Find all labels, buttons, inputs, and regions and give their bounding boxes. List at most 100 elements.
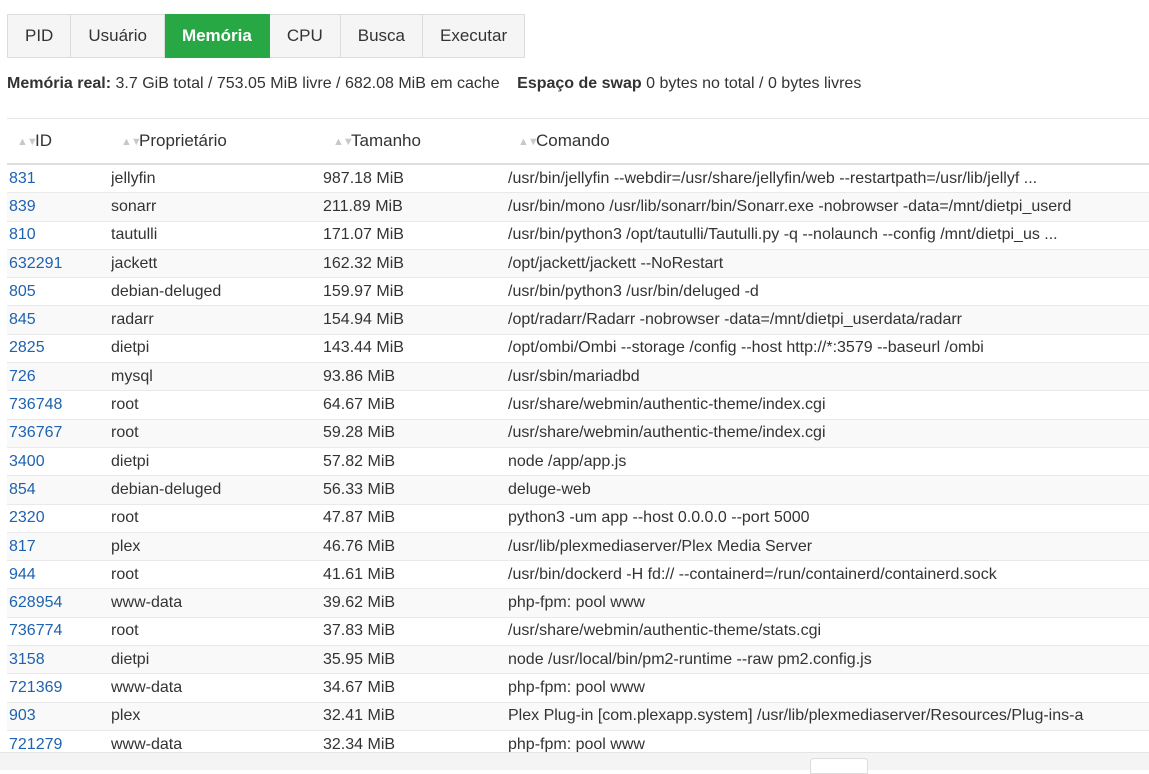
table-row[interactable]: 805 debian-deluged 159.97 MiB/usr/bin/pyth… [7, 277, 1149, 307]
cell-size: 211.89 MiB [323, 192, 508, 222]
column-header-size[interactable]: ▲▼Tamanho [323, 119, 508, 165]
cell-pid: 831 [7, 164, 111, 194]
tab-pid[interactable]: PID [7, 14, 72, 58]
cell-command: /usr/bin/dockerd -H fd:// --containerd=/… [508, 560, 1149, 590]
table-row[interactable]: 3158 dietpi 35.95 MiB node /usr/local/bin/p… [7, 645, 1149, 675]
pid-link[interactable]: 831 [9, 170, 36, 187]
table-row[interactable]: 903 plex 32.41 MiB Plex Plug-in [com.plexap… [7, 702, 1149, 731]
pid-link[interactable]: 854 [9, 481, 36, 498]
cell-command: /usr/lib/plexmediaserver/Plex Media Serv… [508, 532, 1149, 562]
tab-usuario[interactable]: Usuário [71, 14, 165, 58]
cell-owner: debian-deluged [111, 277, 323, 307]
cell-owner: www-data [111, 588, 323, 618]
cell-command: /usr/share/webmin/authentic-theme/index.… [508, 390, 1149, 420]
cell-owner: mysql [111, 362, 323, 392]
cell-owner: tautulli [111, 221, 323, 250]
table-row[interactable]: 3400 dietpi 57.82 MiB node /app/app.js [7, 447, 1149, 477]
table-row[interactable]: 726 mysql 93.86 MiB/usr/sbin/mariadbd [7, 362, 1149, 392]
table-row[interactable]: 628954 www-data 39.62 MiB php-fpm: pool www [7, 588, 1149, 618]
pid-link[interactable]: 632291 [9, 255, 62, 272]
table-row[interactable]: 854 debian-deluged 56.33 MiB deluge-web [7, 475, 1149, 505]
cell-command: php-fpm: pool www [508, 588, 1149, 618]
cell-command: /opt/jackett/jackett --NoRestart [508, 249, 1149, 279]
column-header-command[interactable]: ▲▼Comando [508, 119, 1149, 165]
cell-owner: root [111, 390, 323, 420]
cell-pid: 726 [7, 362, 111, 392]
real-memory-label: Memória real: [7, 75, 112, 92]
cell-size: 39.62 MiB [323, 588, 508, 618]
cell-owner: plex [111, 532, 323, 562]
cell-owner: debian-deluged [111, 475, 323, 505]
pid-link[interactable]: 839 [9, 198, 36, 215]
cell-pid: 845 [7, 305, 111, 335]
table-row[interactable]: 839 sonarr 211.89 MiB/usr/bin/mono /usr/li… [7, 192, 1149, 222]
cell-owner: root [111, 560, 323, 590]
table-row[interactable]: 810 tautulli 171.07 MiB/usr/bin/python3 /o… [7, 221, 1149, 250]
pid-link[interactable]: 903 [9, 707, 36, 724]
table-row[interactable]: 944 root 41.61 MiB/usr/bin/dockerd -H fd:/… [7, 560, 1149, 590]
column-header-size-label: Tamanho [351, 131, 421, 150]
table-row[interactable]: 736767 root 59.28 MiB/usr/share/webmin/aut… [7, 419, 1149, 448]
sort-icon: ▲▼ [17, 135, 38, 148]
column-header-id[interactable]: ▲▼ID [7, 119, 111, 165]
table-row[interactable]: 632291 jackett 162.32 MiB/opt/jackett/jack… [7, 249, 1149, 279]
cell-owner: radarr [111, 305, 323, 335]
pid-link[interactable]: 736774 [9, 622, 62, 639]
pid-link[interactable]: 736748 [9, 396, 62, 413]
cell-pid: 736748 [7, 390, 111, 420]
pid-link[interactable]: 2825 [9, 339, 45, 356]
pid-link[interactable]: 805 [9, 283, 36, 300]
pid-link[interactable]: 810 [9, 226, 36, 243]
cell-owner: www-data [111, 730, 323, 753]
table-row[interactable]: 721279 www-data 32.34 MiB php-fpm: pool www [7, 730, 1149, 753]
real-memory-value: 3.7 GiB total / 753.05 MiB livre / 682.0… [115, 75, 500, 92]
column-header-id-label: ID [35, 131, 52, 150]
tab-executar[interactable]: Executar [423, 14, 526, 58]
pid-link[interactable]: 726 [9, 368, 36, 385]
pid-link[interactable]: 817 [9, 538, 36, 555]
pid-link[interactable]: 3158 [9, 651, 45, 668]
process-table-container: ▲▼ID ▲▼Proprietário ▲▼Tamanho ▲▼Comando … [7, 118, 1149, 753]
tab-busca[interactable]: Busca [340, 14, 424, 58]
cell-size: 47.87 MiB [323, 504, 508, 533]
table-header-row: ▲▼ID ▲▼Proprietário ▲▼Tamanho ▲▼Comando [7, 119, 1149, 165]
column-header-owner-label: Proprietário [139, 131, 227, 150]
table-row[interactable]: 2320 root 47.87 MiB python3 -um app --host … [7, 504, 1149, 533]
cell-owner: www-data [111, 673, 323, 703]
pid-link[interactable]: 944 [9, 566, 36, 583]
table-row[interactable]: 736774 root 37.83 MiB/usr/share/webmin/aut… [7, 617, 1149, 647]
cell-command: php-fpm: pool www [508, 673, 1149, 703]
cell-command: /usr/sbin/mariadbd [508, 362, 1149, 392]
pid-link[interactable]: 721279 [9, 736, 62, 753]
cell-owner: root [111, 617, 323, 647]
pid-link[interactable]: 628954 [9, 594, 62, 611]
tab-cpu[interactable]: CPU [269, 14, 341, 58]
cell-size: 162.32 MiB [323, 249, 508, 279]
pid-link[interactable]: 721369 [9, 679, 62, 696]
table-row[interactable]: 845 radarr 154.94 MiB/opt/radarr/Radarr -n… [7, 305, 1149, 335]
cell-command: /opt/ombi/Ombi --storage /config --host … [508, 334, 1149, 364]
tab-memoria[interactable]: Memória [164, 14, 270, 58]
column-header-owner[interactable]: ▲▼Proprietário [111, 119, 323, 165]
cell-size: 34.67 MiB [323, 673, 508, 703]
sort-icon: ▲▼ [518, 135, 539, 148]
footer-toggle-button[interactable] [810, 758, 868, 774]
pid-link[interactable]: 845 [9, 311, 36, 328]
cell-size: 32.41 MiB [323, 702, 508, 731]
table-row[interactable]: 736748 root 64.67 MiB/usr/share/webmin/aut… [7, 390, 1149, 420]
cell-command: node /usr/local/bin/pm2-runtime --raw pm… [508, 645, 1149, 675]
table-row[interactable]: 721369 www-data 34.67 MiB php-fpm: pool www [7, 673, 1149, 703]
table-row[interactable]: 817 plex 46.76 MiB/usr/lib/plexmediaserver… [7, 532, 1149, 562]
cell-pid: 2320 [7, 504, 111, 533]
cell-pid: 3158 [7, 645, 111, 675]
cell-size: 57.82 MiB [323, 447, 508, 477]
pid-link[interactable]: 2320 [9, 509, 45, 526]
table-row[interactable]: 2825 dietpi 143.44 MiB/opt/ombi/Ombi --sto… [7, 334, 1149, 364]
cell-owner: jackett [111, 249, 323, 279]
cell-command: node /app/app.js [508, 447, 1149, 477]
cell-command: /usr/bin/jellyfin --webdir=/usr/share/je… [508, 164, 1149, 194]
pid-link[interactable]: 3400 [9, 453, 45, 470]
pid-link[interactable]: 736767 [9, 424, 62, 441]
cell-pid: 736774 [7, 617, 111, 647]
table-row[interactable]: 831 jellyfin 987.18 MiB/usr/bin/jellyfin -… [7, 164, 1149, 194]
